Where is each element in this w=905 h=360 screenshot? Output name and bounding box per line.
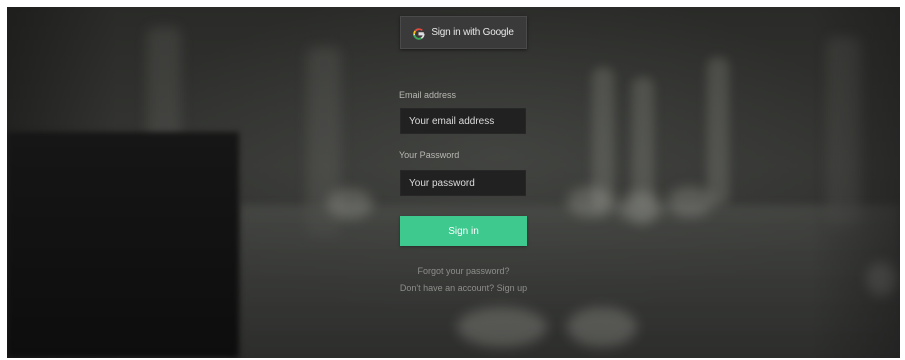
background-blur-shape: [592, 67, 614, 217]
google-button-label: Sign in with Google: [431, 27, 514, 38]
background-blur-shape: [632, 77, 654, 227]
background-bokeh: [617, 192, 663, 222]
background-laptop: [7, 132, 239, 358]
password-field[interactable]: [400, 170, 526, 196]
forgot-password-link[interactable]: Forgot your password?: [400, 266, 527, 276]
email-label: Email address: [399, 90, 457, 100]
email-field[interactable]: [400, 108, 526, 134]
sign-up-link[interactable]: Don't have an account? Sign up: [380, 283, 547, 293]
background-bokeh: [667, 187, 713, 217]
sign-in-button[interactable]: Sign in: [400, 216, 527, 246]
background-blur-shape: [307, 47, 341, 237]
background-blur-shape: [147, 27, 181, 217]
background-table: [239, 205, 900, 358]
background-blur-shape: [827, 37, 861, 227]
background-bokeh: [327, 189, 373, 219]
google-g-icon: [413, 27, 425, 40]
background-bokeh: [867, 262, 897, 296]
background-left-shadow: [7, 7, 117, 358]
background-right-shadow: [810, 7, 900, 358]
background-bokeh: [567, 307, 637, 347]
background-blur-shape: [707, 57, 729, 207]
background-bokeh: [457, 307, 547, 347]
password-label: Your Password: [399, 150, 460, 160]
google-sign-in-button[interactable]: Sign in with Google: [400, 16, 527, 49]
background-bokeh: [567, 187, 613, 217]
